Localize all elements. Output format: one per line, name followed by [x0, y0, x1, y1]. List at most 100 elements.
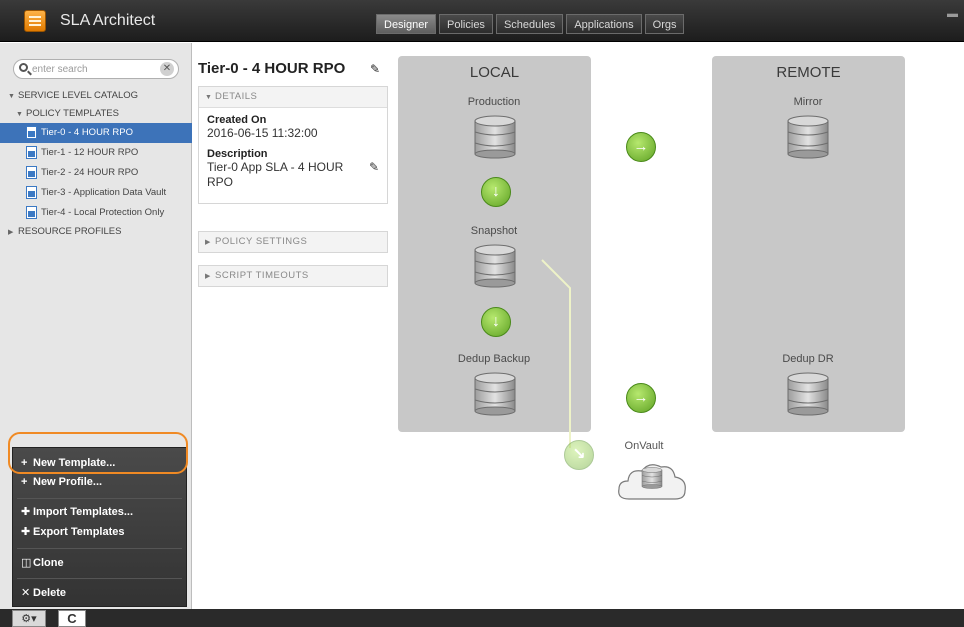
tab-orgs[interactable]: Orgs: [644, 14, 685, 34]
export-icon: ✚: [21, 526, 31, 538]
template-detail-panel: Tier-0 - 4 HOUR RPO ✎ ▼ DETAILS Created O…: [198, 58, 390, 287]
mirror-label: Mirror: [793, 96, 823, 108]
details-header[interactable]: ▼ DETAILS: [199, 87, 387, 107]
tree-label: RESOURCE PROFILES: [18, 226, 122, 237]
plus-icon: +: [21, 457, 28, 469]
menu-label: Export Templates: [33, 526, 125, 538]
new-template-menu-item[interactable]: + New Template...: [21, 457, 115, 469]
caret-right-icon: ▶: [205, 273, 211, 280]
menu-divider: [17, 578, 182, 579]
import-templates-menu-item[interactable]: ✚ Import Templates...: [21, 505, 133, 518]
new-profile-menu-item[interactable]: + New Profile...: [21, 476, 102, 488]
arrow-down-faded-icon: ↘: [564, 440, 594, 470]
tree-node-resource-profiles[interactable]: ▶ RESOURCE PROFILES: [0, 223, 192, 241]
template-item-tier-1[interactable]: Tier-1 - 12 HOUR RPO: [0, 143, 192, 163]
policy-settings-section[interactable]: ▶ POLICY SETTINGS: [198, 231, 388, 253]
menu-label: New Profile...: [33, 476, 103, 488]
production-label: Production: [467, 96, 521, 108]
description-value: Tier-0 App SLA - 4 HOUR RPO: [207, 160, 344, 189]
onvault-label: OnVault: [624, 440, 664, 452]
script-timeouts-header[interactable]: ▶ SCRIPT TIMEOUTS: [199, 266, 387, 286]
description-label: Description: [207, 148, 268, 160]
template-label: Tier-4 - Local Protection Only: [41, 207, 165, 218]
dedup-backup-database-icon[interactable]: [473, 372, 517, 416]
onvault-connector-line: [541, 259, 571, 448]
edit-title-pencil-icon[interactable]: ✎: [370, 62, 384, 76]
main-tabs: Designer Policies Schedules Applications…: [376, 14, 687, 34]
local-title: LOCAL: [469, 64, 520, 81]
search-input[interactable]: [32, 62, 152, 76]
menu-divider: [17, 498, 182, 499]
description-value-wrap: Tier-0 App SLA - 4 HOUR RPO ✎: [207, 160, 379, 190]
remote-title: REMOTE: [776, 64, 841, 81]
export-templates-menu-item[interactable]: ✚ Export Templates: [21, 525, 125, 538]
dedup-backup-label: Dedup Backup: [457, 353, 531, 365]
edit-description-pencil-icon[interactable]: ✎: [369, 160, 379, 175]
policy-settings-header[interactable]: ▶ POLICY SETTINGS: [199, 232, 387, 252]
gear-icon: ⚙▾: [21, 613, 37, 625]
action-menu: + New Template... + New Profile... ✚ Import…: [12, 447, 187, 607]
template-icon: [26, 205, 37, 219]
delete-icon: ✕: [21, 587, 31, 599]
c-button[interactable]: C: [58, 610, 86, 627]
plus-icon: +: [21, 476, 28, 488]
template-item-tier-2[interactable]: Tier-2 - 24 HOUR RPO: [0, 163, 192, 183]
template-icon: [26, 125, 37, 139]
snapshot-label: Snapshot: [470, 225, 518, 237]
settings-gear-button[interactable]: ⚙▾: [12, 610, 46, 627]
arrow-right-icon: →: [626, 383, 656, 413]
template-label: Tier-3 - Application Data Vault: [41, 187, 167, 198]
dedup-dr-label: Dedup DR: [782, 353, 834, 365]
menu-divider: [17, 548, 182, 549]
tree-node-policy-templates[interactable]: ▼ POLICY TEMPLATES: [0, 105, 192, 123]
details-body: Created On 2016-06-15 11:32:00 Descripti…: [199, 107, 387, 203]
arrow-right-icon: →: [626, 132, 656, 162]
mirror-database-icon[interactable]: [786, 115, 830, 159]
caret-right-icon: ▶: [8, 229, 14, 236]
dedup-dr-database-icon[interactable]: [786, 372, 830, 416]
onvault-cloud-icon[interactable]: [615, 455, 689, 505]
clone-icon: ◫: [21, 557, 32, 569]
template-icon: [26, 145, 37, 159]
template-icon: [26, 185, 37, 199]
template-item-tier-3[interactable]: Tier-3 - Application Data Vault: [0, 183, 192, 203]
template-label: Tier-0 - 4 HOUR RPO: [41, 127, 134, 138]
app-title: SLA Architect: [60, 12, 156, 29]
tree-node-service-level-catalog[interactable]: ▼ SERVICE LEVEL CATALOG: [0, 87, 192, 105]
template-item-tier-0[interactable]: Tier-0 - 4 HOUR RPO: [0, 123, 192, 143]
search-box: ✕: [13, 59, 179, 79]
script-timeouts-section[interactable]: ▶ SCRIPT TIMEOUTS: [198, 265, 388, 287]
bottom-bar: ⚙▾ C: [0, 609, 964, 627]
tab-designer[interactable]: Designer: [376, 14, 437, 34]
tree-label: SERVICE LEVEL CATALOG: [18, 90, 139, 101]
snapshot-database-icon[interactable]: [473, 244, 517, 288]
clear-search-icon[interactable]: ✕: [160, 62, 174, 76]
caret-right-icon: ▶: [205, 239, 211, 246]
delete-menu-item[interactable]: ✕ Delete: [21, 586, 66, 599]
sla-architect-window: SLA Architect Designer Policies Schedule…: [0, 0, 964, 627]
production-database-icon[interactable]: [473, 115, 517, 159]
top-bar: SLA Architect Designer Policies Schedule…: [0, 0, 964, 42]
menu-label: Import Templates...: [33, 506, 134, 518]
caret-down-icon: ▼: [205, 94, 213, 101]
caret-down-icon: ▼: [16, 111, 23, 118]
section-label: DETAILS: [215, 91, 258, 102]
template-icon: [26, 165, 37, 179]
section-label: SCRIPT TIMEOUTS: [215, 270, 309, 281]
menu-label: New Template...: [33, 457, 116, 469]
window-controls-icon[interactable]: ▬: [947, 8, 958, 20]
clone-menu-item[interactable]: ◫ Clone: [21, 556, 64, 569]
section-label: POLICY SETTINGS: [215, 236, 308, 247]
template-label: Tier-2 - 24 HOUR RPO: [41, 167, 139, 178]
template-item-tier-4[interactable]: Tier-4 - Local Protection Only: [0, 203, 192, 223]
tree-label: POLICY TEMPLATES: [26, 108, 119, 119]
menu-label: Clone: [33, 557, 64, 569]
details-section: ▼ DETAILS Created On 2016-06-15 11:32:00 …: [198, 86, 388, 204]
tab-schedules[interactable]: Schedules: [495, 14, 564, 34]
catalog-tree: ▼ SERVICE LEVEL CATALOG ▼ POLICY TEMPLATES…: [0, 87, 192, 241]
tab-applications[interactable]: Applications: [566, 14, 642, 34]
tab-policies[interactable]: Policies: [439, 14, 493, 34]
menu-label: Delete: [33, 587, 67, 599]
caret-down-icon: ▼: [8, 93, 15, 100]
app-logo-icon: [24, 10, 46, 32]
